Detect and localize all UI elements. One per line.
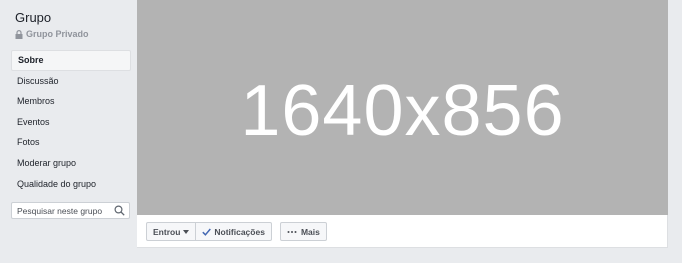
privacy-text: Grupo Privado — [26, 29, 89, 39]
group-search-box — [11, 202, 130, 219]
group-cover-card: 1640x856 Entrou Notificações Mais — [137, 0, 668, 248]
more-label: Mais — [300, 226, 320, 237]
nav-item-fotos[interactable]: Fotos — [11, 132, 131, 153]
search-icon[interactable] — [114, 205, 125, 216]
nav-item-discussao[interactable]: Discussão — [11, 71, 131, 92]
more-button[interactable]: Mais — [279, 222, 327, 241]
nav-item-membros[interactable]: Membros — [11, 91, 131, 112]
check-icon — [202, 228, 212, 236]
search-input[interactable] — [17, 203, 113, 218]
cover-photo[interactable]: 1640x856 — [137, 0, 668, 215]
group-privacy-label: Grupo Privado — [15, 29, 89, 39]
nav-item-eventos[interactable]: Eventos — [11, 112, 131, 133]
right-gutter — [668, 0, 682, 263]
notifications-button[interactable]: Notificações — [196, 222, 272, 241]
caret-down-icon — [183, 229, 190, 234]
group-title[interactable]: Grupo — [15, 10, 51, 25]
group-nav: Sobre Discussão Membros Eventos Fotos Mo… — [11, 50, 131, 194]
group-actions: Entrou Notificações Mais — [146, 222, 327, 241]
joined-label: Entrou — [153, 226, 181, 237]
notifications-label: Notificações — [214, 226, 265, 237]
nav-item-qualidade-do-grupo[interactable]: Qualidade do grupo — [11, 174, 131, 195]
nav-item-moderar-grupo[interactable]: Moderar grupo — [11, 153, 131, 174]
nav-item-sobre[interactable]: Sobre — [11, 50, 131, 71]
lock-icon — [15, 29, 23, 39]
cover-placeholder-text: 1640x856 — [240, 70, 565, 151]
more-dots-icon — [287, 230, 297, 233]
joined-button[interactable]: Entrou — [146, 222, 197, 241]
group-sidebar: Grupo Grupo Privado Sobre Discussão Memb… — [0, 0, 137, 263]
